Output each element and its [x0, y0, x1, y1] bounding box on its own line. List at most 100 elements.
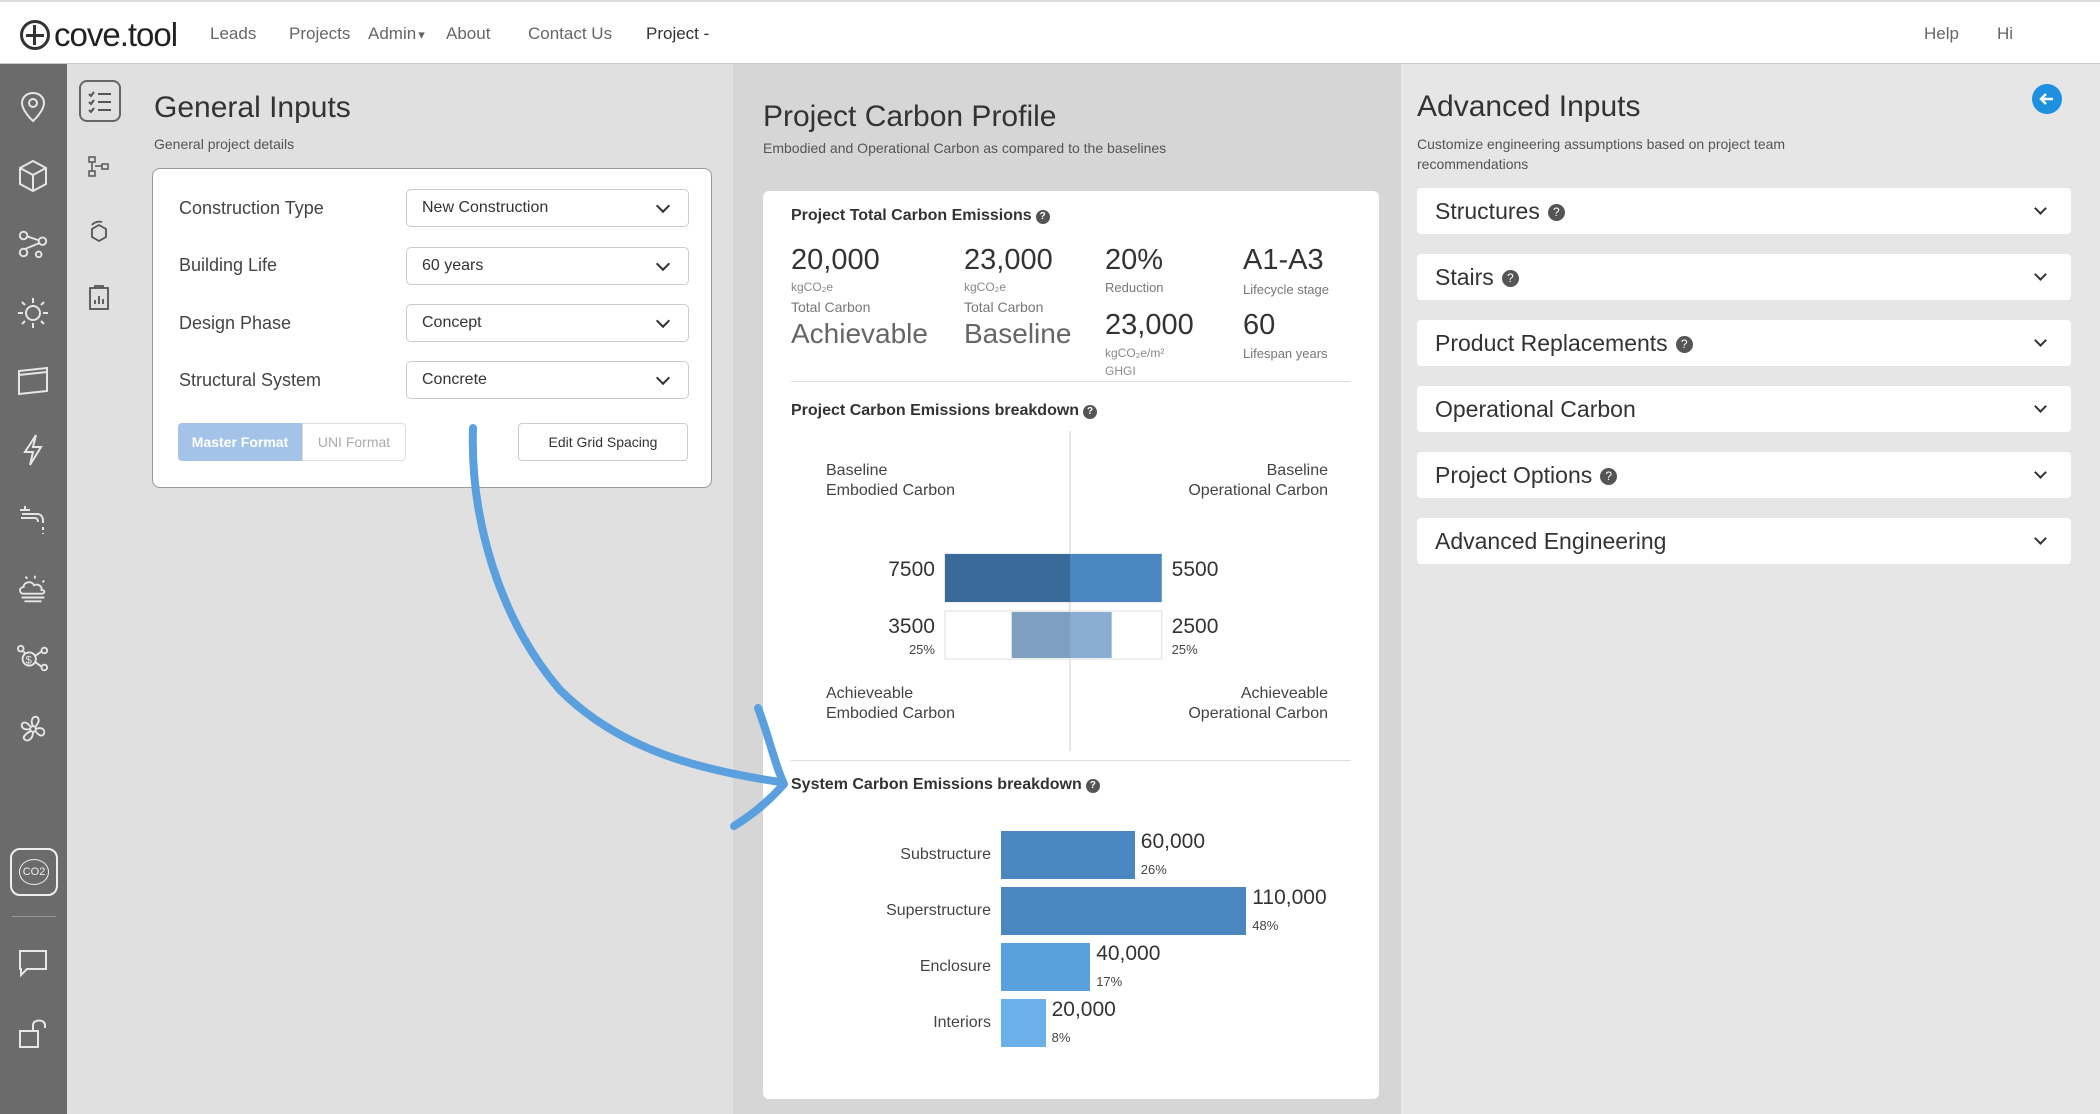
system-pct-label: 17% — [1096, 974, 1123, 989]
logo-text: cove.tool — [54, 16, 178, 53]
help-icon[interactable]: ? — [1675, 336, 1693, 353]
nav-projects[interactable]: Projects — [289, 24, 350, 44]
embodied-pct-label: 25% — [909, 642, 935, 657]
system-breakdown-title-text: System Carbon Emissions breakdown — [791, 776, 1082, 793]
system-value-label: 60,000 — [1140, 830, 1206, 853]
system-pct-label: 8% — [1051, 1030, 1071, 1045]
report-icon[interactable] — [81, 280, 117, 316]
reduction-caption: Reduction — [1105, 280, 1164, 295]
cost-icon[interactable]: $ — [16, 642, 50, 676]
checklist-icon[interactable] — [79, 80, 121, 122]
hierarchy-icon[interactable] — [81, 149, 117, 185]
building-life-label: Building Life — [179, 255, 278, 275]
weather-icon[interactable] — [16, 572, 50, 606]
construction-type-select[interactable]: New Construction — [406, 189, 689, 227]
sub-rail — [67, 64, 131, 1114]
carbon-profile-subtitle: Embodied and Operational Carbon as compa… — [763, 140, 1167, 156]
lifecycle-stage-value: A1-A3 — [1243, 244, 1324, 276]
refresh-cube-icon[interactable] — [81, 214, 117, 250]
embodied-value-label: 3500 — [888, 615, 935, 638]
divider — [791, 381, 1351, 382]
help-icon[interactable]: ? — [1035, 210, 1050, 224]
achievable-unit: kgCO₂e — [791, 280, 834, 294]
top-navbar: cove.tool Leads Projects Admin About Con… — [0, 0, 2100, 64]
edit-grid-spacing-button[interactable]: Edit Grid Spacing — [518, 423, 688, 461]
operational-value-label: 2500 — [1172, 615, 1219, 638]
nav-help[interactable]: Help — [1924, 24, 1959, 44]
accordion-label: Project Options — [1435, 462, 1593, 488]
system-bar — [1001, 887, 1247, 935]
help-icon[interactable]: ? — [1083, 405, 1098, 419]
accordion-project-options[interactable]: Project Options? — [1417, 452, 2071, 498]
baseline-unit: kgCO₂e — [964, 280, 1007, 294]
building-life-select[interactable]: 60 years — [406, 247, 689, 285]
system-bar — [1001, 943, 1091, 991]
left-rail: $ CO2 — [0, 64, 67, 1114]
covetool-logo[interactable]: cove.tool — [20, 16, 178, 54]
system-breakdown-chart: Substructure 60,000 26% Superstructure 110,0… — [763, 830, 1379, 1071]
nav-leads[interactable]: Leads — [210, 24, 256, 44]
location-pin-icon[interactable] — [16, 90, 50, 124]
accordion-label: Advanced Engineering — [1435, 528, 1667, 554]
accordion-structures[interactable]: Structures? — [1417, 188, 2071, 234]
nav-about[interactable]: About — [446, 24, 490, 44]
system-pct-label: 48% — [1252, 918, 1279, 933]
help-icon[interactable]: ? — [1501, 270, 1519, 287]
carbon-profile-card: Project Total Carbon Emissions? 20,000 k… — [763, 191, 1379, 1099]
embodied-bar — [944, 554, 1070, 602]
chat-icon[interactable] — [16, 946, 50, 980]
total-emissions-title: Project Total Carbon Emissions? — [791, 207, 1050, 225]
system-value-label: 20,000 — [1051, 998, 1116, 1021]
accordion-advanced-engineering[interactable]: Advanced Engineering — [1417, 518, 2071, 564]
logo-icon — [20, 20, 50, 50]
general-inputs-card: Construction Type New Construction Build… — [152, 168, 712, 488]
general-inputs-panel: General Inputs General project details C… — [131, 64, 733, 1114]
help-icon[interactable]: ? — [1600, 468, 1618, 485]
carbon-profile-panel: Project Carbon Profile Embodied and Oper… — [733, 64, 1401, 1114]
system-category-label: Enclosure — [919, 958, 991, 975]
structural-system-label: Structural System — [179, 370, 322, 390]
sun-icon[interactable] — [16, 296, 50, 330]
lightning-icon[interactable] — [16, 433, 50, 467]
embodied-value-label: 7500 — [888, 558, 935, 581]
accordion-product-replacements[interactable]: Product Replacements? — [1417, 320, 2071, 366]
baseline-caption: Total Carbon — [964, 299, 1044, 315]
co2-icon[interactable]: CO2 — [10, 848, 58, 896]
design-phase-select[interactable]: Concept — [406, 304, 689, 342]
unlock-icon[interactable] — [16, 1016, 50, 1050]
embodied-bar — [1011, 612, 1070, 658]
system-bar — [1001, 999, 1046, 1047]
ghgi-caption: GHGI — [1105, 364, 1136, 378]
faucet-icon[interactable] — [16, 502, 50, 536]
nav-admin[interactable]: Admin — [368, 24, 425, 44]
ghgi-unit: kgCO₂e/m² — [1105, 346, 1165, 360]
system-category-label: Substructure — [900, 846, 991, 863]
lifecycle-stage-caption: Lifecycle stage — [1243, 282, 1329, 297]
structural-system-select[interactable]: Concrete — [406, 361, 689, 399]
nav-user[interactable]: Hi — [1997, 24, 2013, 44]
accordion-operational-carbon[interactable]: Operational Carbon — [1417, 386, 2071, 432]
operational-bar — [1070, 554, 1162, 602]
fan-icon[interactable] — [16, 712, 50, 746]
uni-format-button[interactable]: UNI Format — [302, 423, 406, 461]
nav-contact[interactable]: Contact Us — [528, 24, 612, 44]
advanced-inputs-panel: Advanced Inputs Customize engineering as… — [1401, 64, 2100, 1114]
accordion-label: Operational Carbon — [1435, 396, 1636, 422]
system-category-label: Interiors — [933, 1014, 991, 1031]
help-icon[interactable]: ? — [1547, 204, 1565, 221]
advanced-inputs-subtitle: Customize engineering assumptions based … — [1417, 136, 1786, 172]
accordion-stairs[interactable]: Stairs? — [1417, 254, 2071, 300]
lifespan-value: 60 — [1243, 309, 1276, 341]
network-icon[interactable] — [16, 227, 50, 261]
master-format-button[interactable]: Master Format — [178, 423, 302, 461]
cube-icon[interactable] — [16, 159, 50, 193]
system-pct-label: 26% — [1140, 862, 1167, 877]
help-icon[interactable]: ? — [1085, 779, 1100, 793]
carbon-profile-title: Project Carbon Profile — [763, 100, 1057, 133]
back-arrow-icon[interactable] — [2032, 84, 2062, 114]
achievable-value: 20,000 — [791, 244, 880, 276]
nav-project[interactable]: Project - — [646, 24, 709, 44]
advanced-inputs-title: Advanced Inputs — [1417, 90, 1641, 123]
window-icon[interactable] — [16, 364, 50, 398]
baseline-value: 23,000 — [964, 244, 1053, 276]
